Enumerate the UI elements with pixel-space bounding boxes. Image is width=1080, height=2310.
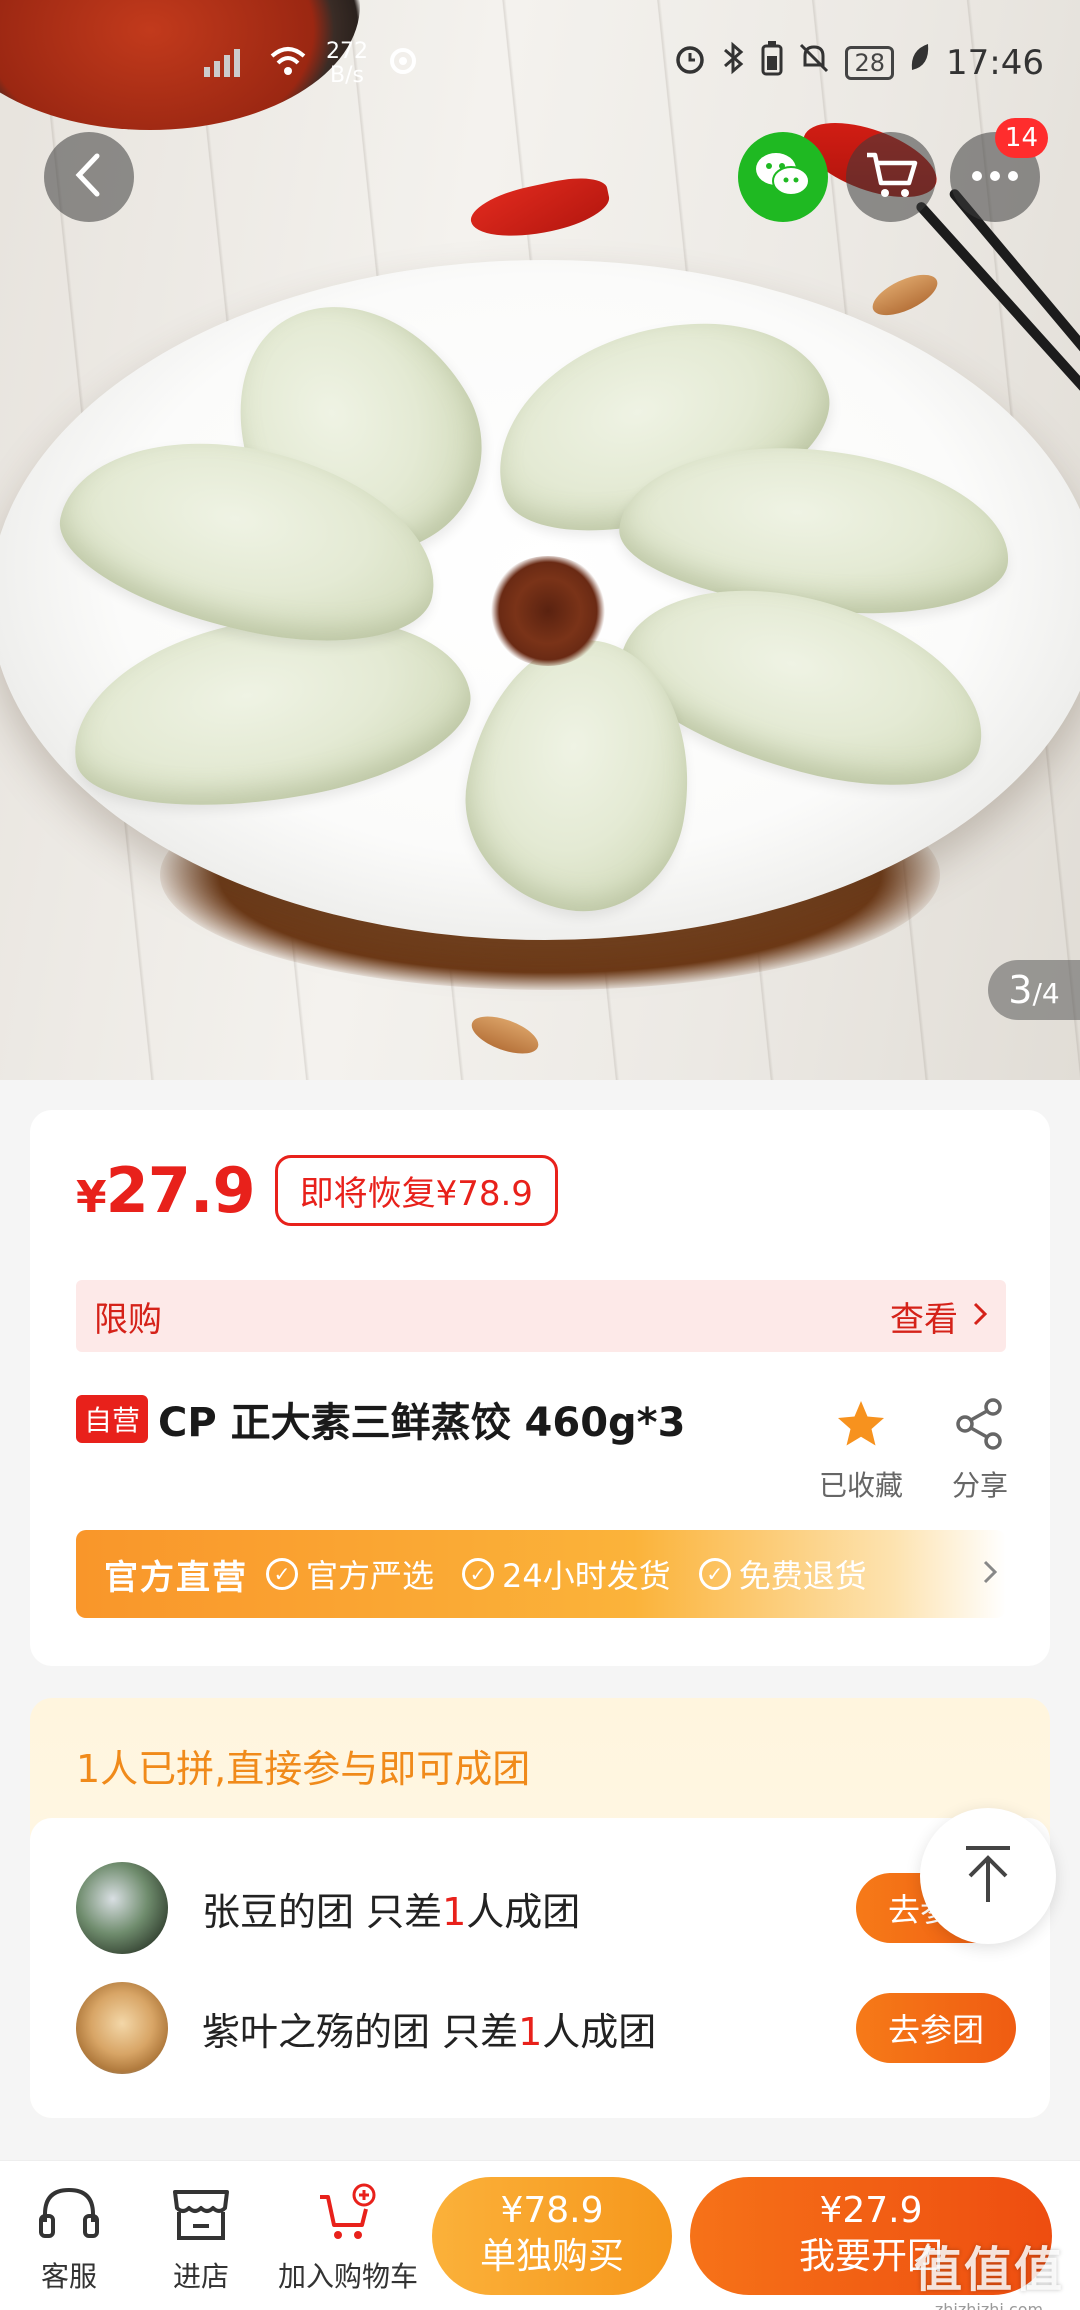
- chevron-right-icon: [972, 1296, 988, 1336]
- enter-store-label: 进店: [172, 2260, 229, 2293]
- official-brand-label: 官方直营: [104, 1557, 248, 1598]
- notification-badge: 14: [994, 118, 1048, 158]
- back-to-top-button[interactable]: [920, 1808, 1056, 1944]
- signal-icon: [160, 43, 250, 86]
- product-title-row: 自营 CP 正大素三鲜蒸饺 460g*3: [76, 1390, 685, 1448]
- restore-price-tag: 即将恢复¥78.9: [274, 1155, 558, 1226]
- service-feature-label: 免费退货: [738, 1557, 867, 1595]
- cart-button[interactable]: [846, 132, 936, 222]
- check-circle-icon: ✓: [462, 1558, 495, 1590]
- product-image-gallery[interactable]: 272 B/s 28 17:46 14 3 /4: [0, 0, 1080, 1080]
- group-buy-header: 1人已拼,直接参与即可成团: [76, 1747, 531, 1791]
- share-button[interactable]: 分享: [930, 1394, 1030, 1504]
- group-suffix: 人成团: [466, 1889, 581, 1934]
- price-row: ¥27.9 即将恢复¥78.9: [76, 1154, 558, 1227]
- single-price: ¥78.9: [500, 2190, 604, 2231]
- group-status-text: 张豆的团 只差1人成团: [202, 1881, 856, 1936]
- check-circle-icon: ✓: [266, 1558, 298, 1590]
- image-pager: 3 /4: [988, 960, 1080, 1020]
- alarm-icon: [673, 41, 707, 84]
- enter-store-button[interactable]: 进店: [136, 2179, 266, 2295]
- watermark-text: 值值值: [913, 2242, 1064, 2298]
- current-price: ¥27.9: [76, 1154, 256, 1227]
- pager-current: 3: [1008, 968, 1033, 1012]
- product-title: CP 正大素三鲜蒸饺 460g*3: [158, 1400, 686, 1446]
- wechat-icon: [753, 149, 813, 205]
- favorite-label: 已收藏: [818, 1469, 903, 1502]
- buy-single-button[interactable]: ¥78.9 单独购买: [432, 2177, 672, 2295]
- sync-icon: [386, 44, 420, 85]
- site-watermark: 值值值 zhizhizhi.com: [914, 2230, 1064, 2310]
- mute-icon: [797, 41, 831, 84]
- official-service-banner[interactable]: 官方直营 ✓ 官方严选 ✓ 24小时发货 ✓ 免费退货: [76, 1530, 1006, 1618]
- service-feature: ✓ 免费退货: [698, 1551, 867, 1597]
- battery-level: 28: [845, 45, 895, 80]
- add-to-cart-label: 加入购物车: [277, 2260, 418, 2293]
- price-value: 27.9: [105, 1154, 256, 1227]
- add-to-cart-button[interactable]: 加入购物车: [268, 2179, 428, 2295]
- favorite-button[interactable]: 已收藏: [806, 1394, 916, 1504]
- network-speed-value: 272: [326, 39, 368, 64]
- self-operated-tag: 自营: [76, 1395, 149, 1443]
- network-speed-unit: B/s: [330, 63, 364, 88]
- group-list: 张豆的团 只差1人成团 去参团 紫叶之殇的团 只差1人成团 去参团: [30, 1818, 1050, 2118]
- group-status-text: 紫叶之殇的团 只差1人成团: [202, 2001, 856, 2056]
- watermark-url: zhizhizhi.com: [934, 2300, 1044, 2310]
- service-feature: ✓ 官方严选: [266, 1551, 434, 1597]
- shopping-cart-icon: [863, 149, 919, 205]
- headset-icon: [4, 2179, 134, 2249]
- check-circle-icon: ✓: [698, 1558, 731, 1590]
- add-cart-icon: [268, 2179, 428, 2249]
- service-feature: ✓ 24小时发货: [462, 1551, 671, 1597]
- battery-saver-icon: [761, 40, 783, 85]
- status-left: 272 B/s: [160, 40, 420, 88]
- service-feature-label: 官方严选: [306, 1557, 435, 1595]
- wechat-share-button[interactable]: [738, 132, 828, 222]
- group-suffix: 人成团: [542, 2009, 657, 2054]
- customer-service-label: 客服: [40, 2260, 97, 2293]
- clock-time: 17:46: [946, 42, 1044, 83]
- customer-service-button[interactable]: 客服: [4, 2179, 134, 2295]
- limit-view-label: 查看: [890, 1299, 958, 1340]
- star-anise: [488, 556, 608, 666]
- group-buy-card: 1人已拼,直接参与即可成团 张豆的团 只差1人成团 去参团 紫叶之殇的团 只差1…: [30, 1698, 1050, 2118]
- group-missing-count: 1: [442, 1889, 467, 1934]
- purchase-limit-bar[interactable]: 限购 查看: [76, 1280, 1006, 1352]
- share-label: 分享: [951, 1469, 1008, 1502]
- chevron-right-icon: [982, 1554, 998, 1594]
- join-group-button[interactable]: 去参团: [856, 1993, 1016, 2063]
- more-dots-icon: [970, 168, 1020, 187]
- service-feature-label: 24小时发货: [502, 1557, 671, 1595]
- status-bar: 272 B/s 28 17:46: [0, 0, 1080, 120]
- avatar: [76, 1862, 168, 1954]
- chevron-left-icon: [69, 150, 109, 204]
- bluetooth-icon: [721, 40, 747, 85]
- group-owner-text: 紫叶之殇的团 只差: [202, 2009, 519, 2054]
- pager-total: /4: [1032, 977, 1060, 1010]
- avatar: [76, 1982, 168, 2074]
- currency-symbol: ¥: [76, 1172, 107, 1223]
- limit-view-link[interactable]: 查看: [890, 1292, 988, 1341]
- network-speed: 272 B/s: [326, 40, 368, 88]
- store-icon: [136, 2179, 266, 2249]
- limit-label: 限购: [94, 1299, 162, 1340]
- single-label: 单独购买: [479, 2236, 624, 2277]
- leaf-icon: [908, 42, 932, 83]
- share-icon: [930, 1394, 1030, 1454]
- group-price: ¥27.9: [819, 2190, 923, 2231]
- star-icon: [806, 1394, 916, 1454]
- group-row: 张豆的团 只差1人成团 去参团: [76, 1860, 1016, 1956]
- back-button[interactable]: [44, 132, 134, 222]
- arrow-up-icon: [960, 1844, 1016, 1908]
- more-menu-button[interactable]: 14: [950, 118, 1048, 222]
- group-row: 紫叶之殇的团 只差1人成团 去参团: [76, 1980, 1016, 2076]
- status-right: 28 17:46: [673, 40, 1044, 85]
- group-owner-text: 张豆的团 只差: [202, 1889, 443, 1934]
- wifi-icon: [268, 44, 308, 85]
- product-info-card: ¥27.9 即将恢复¥78.9 限购 查看 自营 CP 正大素三鲜蒸饺 460g…: [30, 1110, 1050, 1666]
- group-missing-count: 1: [518, 2009, 543, 2054]
